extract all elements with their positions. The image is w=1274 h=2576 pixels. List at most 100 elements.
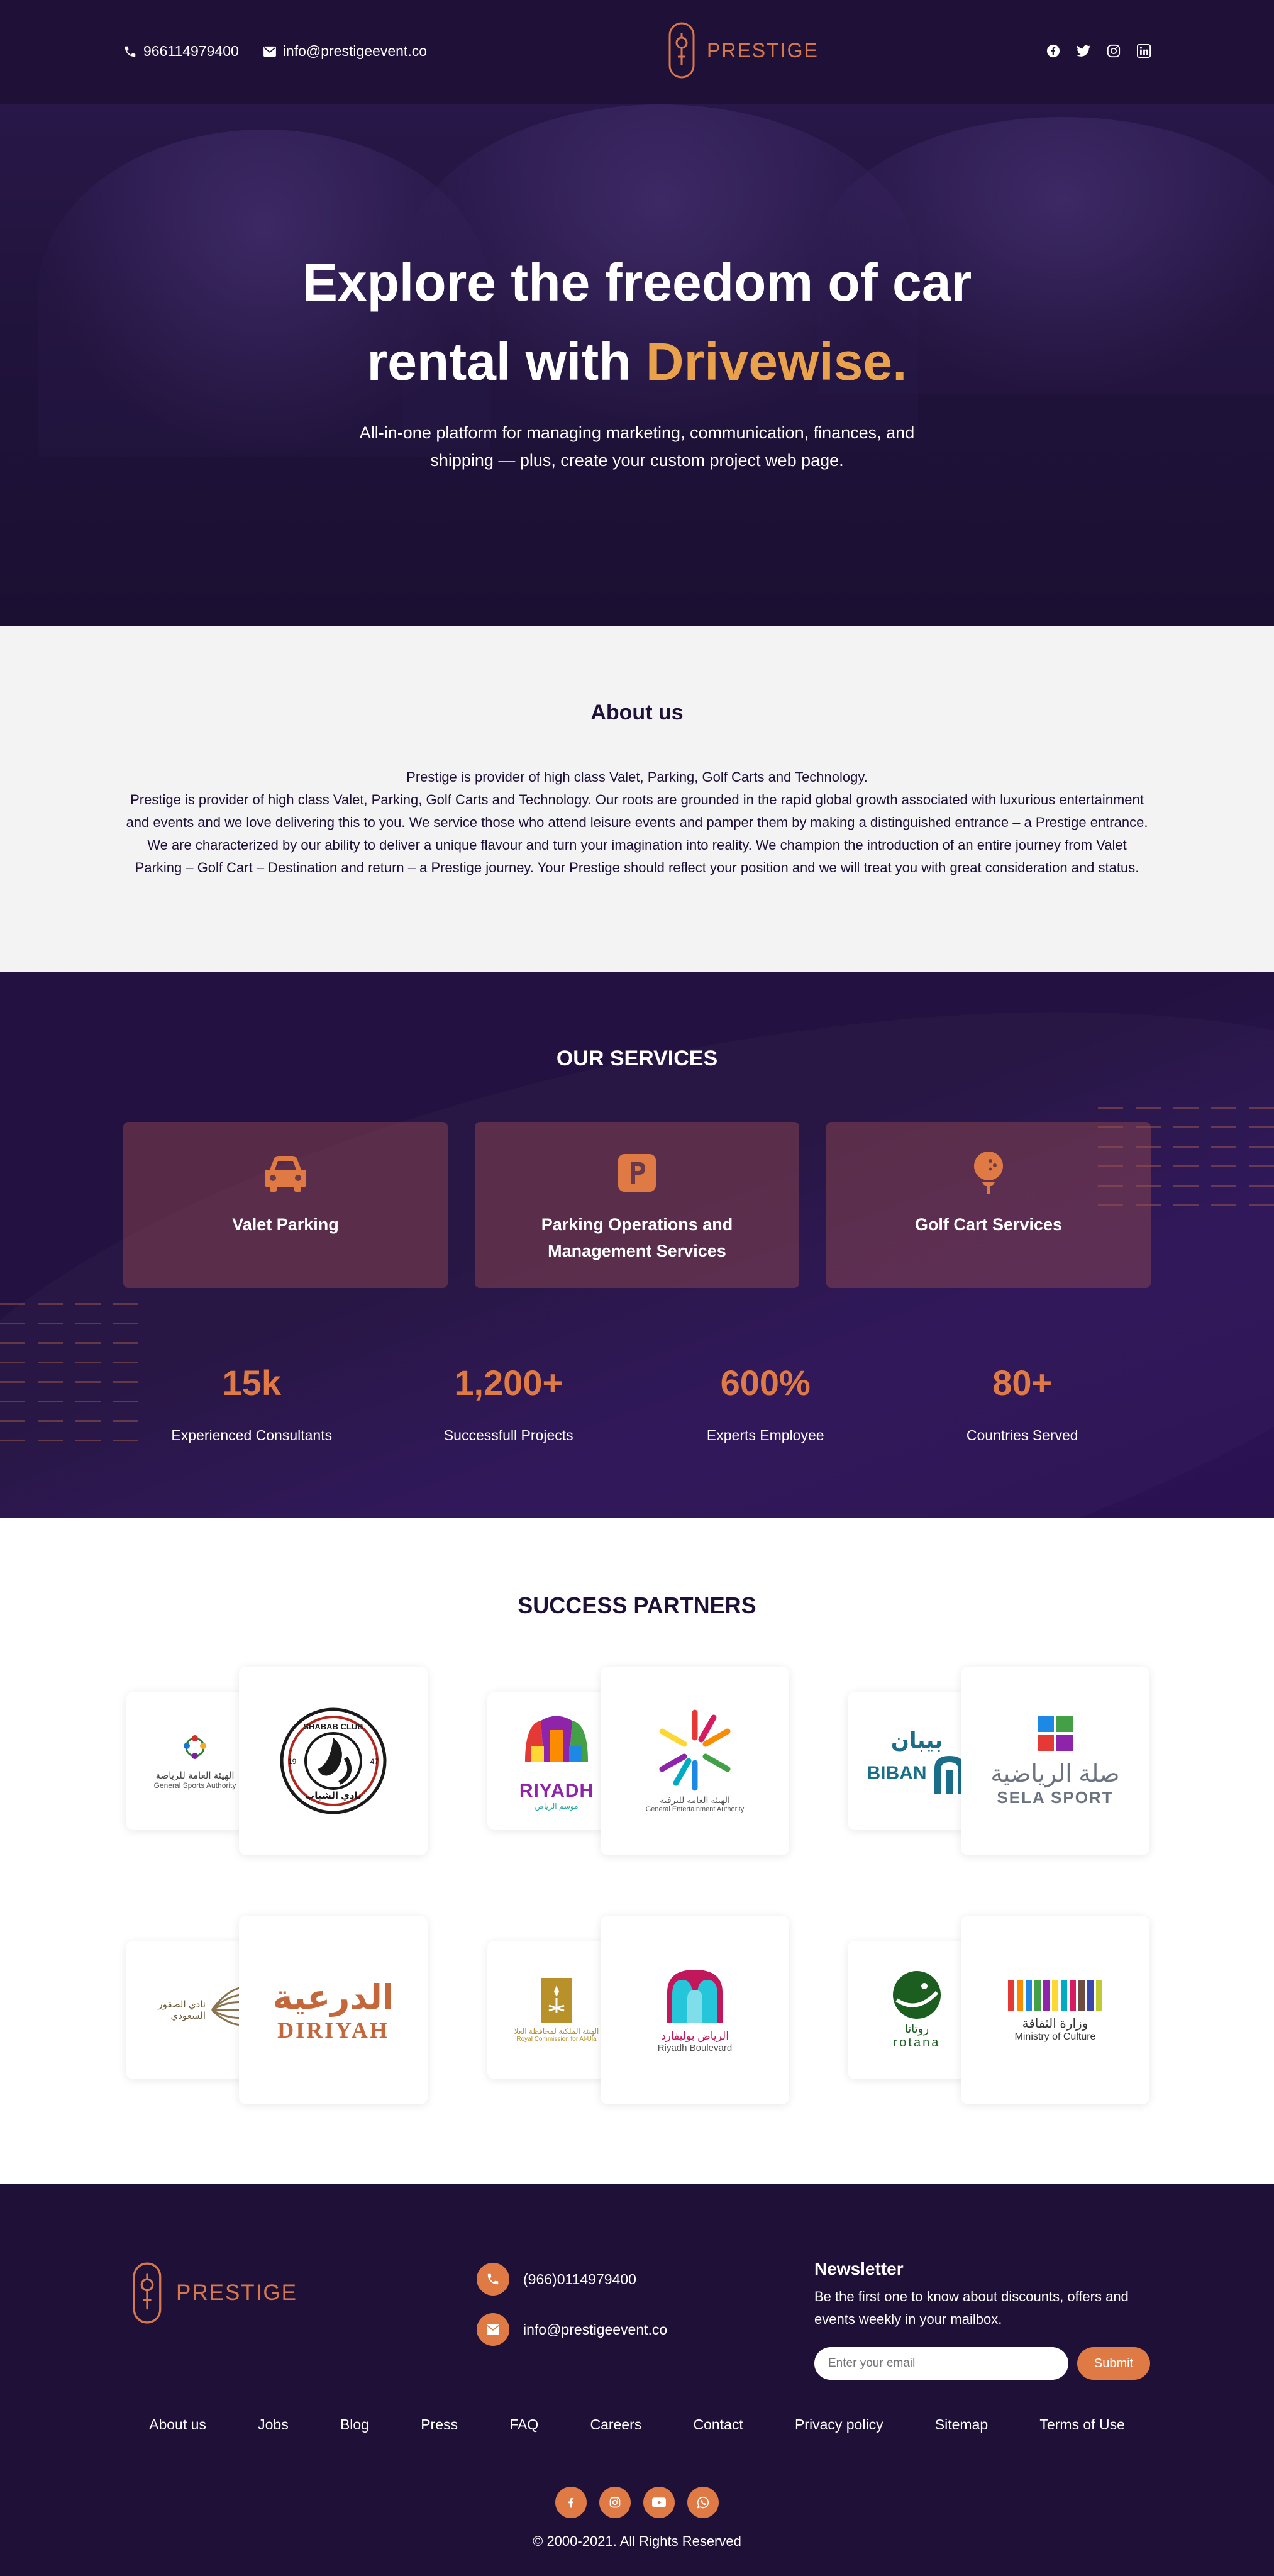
service-card-valet-parking[interactable]: Valet Parking bbox=[123, 1122, 448, 1288]
footer-email-link[interactable]: info@prestigeevent.co bbox=[477, 2313, 667, 2346]
copyright-text: © 2000-2021. All Rights Reserved bbox=[533, 2533, 741, 2549]
falcon-text-ar: نادي الصقور السعودي bbox=[158, 1999, 206, 2021]
hero-title-highlight: Drivewise. bbox=[645, 332, 907, 391]
partner-logo-text: الهيئة العامة للترفيه bbox=[660, 1794, 730, 1805]
shabab-text-top: SHABAB CLUB bbox=[303, 1722, 363, 1731]
stat-item: 15k Experienced Consultants bbox=[123, 1362, 380, 1444]
car-icon bbox=[263, 1151, 307, 1195]
newsletter-block: Newsletter Be the first one to know abou… bbox=[814, 2259, 1154, 2380]
hero-subtitle: All-in-one platform for managing marketi… bbox=[359, 423, 915, 470]
boulevard-text-ar: الرياض بوليفارد bbox=[661, 2029, 729, 2042]
prestige-logo-icon bbox=[133, 2262, 162, 2324]
top-header: 966114979400 info@prestigeevent.co PREST… bbox=[0, 0, 1274, 104]
footer-link-about-us[interactable]: About us bbox=[149, 2416, 206, 2433]
ministry-of-culture-emblem-icon bbox=[1008, 1980, 1102, 2011]
service-label: Valet Parking bbox=[232, 1215, 339, 1234]
falcon-row: نادي الصقور السعودي bbox=[143, 1985, 247, 2035]
footer-phone-text: (966)0114979400 bbox=[523, 2270, 636, 2287]
header-email-text: info@prestigeevent.co bbox=[282, 43, 427, 59]
rotana-text-ar: روتانا bbox=[904, 2023, 929, 2035]
header-email-link[interactable]: info@prestigeevent.co bbox=[263, 43, 427, 60]
stat-value: 80+ bbox=[992, 1363, 1053, 1402]
sela-text-en: SELA SPORT bbox=[997, 1788, 1114, 1807]
about-heading: About us bbox=[590, 701, 684, 724]
instagram-icon[interactable] bbox=[1107, 44, 1121, 58]
stat-value: 600% bbox=[720, 1363, 811, 1402]
services-section: OUR SERVICES Valet Parking Parking Opera… bbox=[0, 972, 1274, 1518]
facebook-icon[interactable] bbox=[1046, 44, 1060, 58]
facebook-icon[interactable] bbox=[555, 2487, 587, 2518]
footer-link-sitemap[interactable]: Sitemap bbox=[935, 2416, 988, 2433]
partner-logo-diriyah[interactable]: الدرعية DIRIYAH bbox=[239, 1916, 428, 2104]
partner-logo-riyadh-boulevard[interactable]: الرياض بوليفارد Riyadh Boulevard bbox=[601, 1916, 789, 2104]
stat-label: Countries Served bbox=[966, 1427, 1078, 1443]
rcu-emblem-icon bbox=[541, 1977, 572, 2023]
whatsapp-icon[interactable] bbox=[687, 2487, 719, 2518]
riyadh-wordmark: RIYADH bbox=[519, 1780, 594, 1801]
footer-link-careers[interactable]: Careers bbox=[590, 2416, 641, 2433]
hero-title-line2: rental with bbox=[367, 332, 646, 391]
golf-icon bbox=[967, 1151, 1011, 1195]
riyadh-season-emblem-icon bbox=[525, 1716, 588, 1762]
header-phone-link[interactable]: 966114979400 bbox=[123, 43, 239, 60]
partner-logo-ministry-of-culture[interactable]: وزارة الثقافة Ministry of Culture bbox=[961, 1916, 1149, 2104]
partner-logo-general-entertainment-authority[interactable]: الهيئة العامة للترفيه General Entertainm… bbox=[601, 1667, 789, 1855]
phone-icon bbox=[477, 2263, 509, 2296]
linkedin-icon[interactable] bbox=[1137, 44, 1151, 58]
footer-link-terms-of-use[interactable]: Terms of Use bbox=[1039, 2416, 1124, 2433]
newsletter-submit-button[interactable]: Submit bbox=[1077, 2347, 1150, 2380]
shabab-text-left: 19 bbox=[288, 1757, 297, 1766]
moc-text-ar: وزارة الثقافة bbox=[1022, 2016, 1088, 2031]
footer-link-press[interactable]: Press bbox=[421, 2416, 458, 2433]
footer-link-faq[interactable]: FAQ bbox=[509, 2416, 538, 2433]
newsletter-text: Be the first one to know about discounts… bbox=[814, 2289, 1129, 2327]
service-card-parking-operations[interactable]: Parking Operations and Management Servic… bbox=[475, 1122, 799, 1288]
footer-link-contact[interactable]: Contact bbox=[693, 2416, 743, 2433]
decorative-dashes-left bbox=[0, 1303, 138, 1441]
partners-heading: SUCCESS PARTNERS bbox=[518, 1592, 756, 1618]
header-contacts: 966114979400 info@prestigeevent.co bbox=[123, 43, 427, 60]
shabab-text-ar: نادي الشباب bbox=[305, 1790, 362, 1801]
footer-link-blog[interactable]: Blog bbox=[340, 2416, 369, 2433]
parking-icon bbox=[615, 1151, 659, 1195]
header-social-links bbox=[1046, 44, 1151, 58]
biban-row: BIBAN bbox=[867, 1753, 967, 1794]
diriyah-text-ar: الدرعية bbox=[272, 1978, 394, 2016]
footer-link-jobs[interactable]: Jobs bbox=[258, 2416, 289, 2433]
stat-label: Experts Employee bbox=[706, 1427, 824, 1443]
brand-name: PRESTIGE bbox=[707, 38, 819, 62]
newsletter-email-input[interactable] bbox=[814, 2347, 1068, 2380]
brand-logo[interactable]: PRESTIGE bbox=[668, 21, 819, 79]
service-label: Parking Operations and Management Servic… bbox=[541, 1215, 733, 1260]
sela-text-ar: صلة الرياضية bbox=[990, 1761, 1120, 1787]
footer-brand-logo[interactable]: PRESTIGE bbox=[132, 2260, 297, 2326]
footer-phone-link[interactable]: (966)0114979400 bbox=[477, 2263, 667, 2296]
partner-logo-text: General Sports Authority bbox=[153, 1781, 236, 1790]
biban-text-en: BIBAN bbox=[867, 1763, 927, 1784]
partner-logo-shabab-club[interactable]: SHABAB CLUB 19 47 نادي الشباب bbox=[239, 1667, 428, 1855]
footer-social-links bbox=[0, 2487, 1274, 2518]
gsa-emblem-icon bbox=[184, 1735, 206, 1759]
partner-group: الهيئة العامة للرياضة General Sports Aut… bbox=[126, 1667, 490, 1862]
stat-value: 15k bbox=[222, 1363, 281, 1402]
service-card-golf-cart[interactable]: Golf Cart Services bbox=[826, 1122, 1151, 1288]
envelope-icon bbox=[477, 2313, 509, 2346]
stat-item: 80+ Countries Served bbox=[894, 1362, 1151, 1444]
about-text: Prestige is provider of high class Valet… bbox=[126, 769, 1148, 875]
envelope-icon bbox=[263, 46, 276, 57]
boulevard-emblem-icon bbox=[667, 1969, 723, 2023]
services-cards: Valet Parking Parking Operations and Man… bbox=[123, 1122, 1151, 1288]
hero-section: Explore the freedom of car rental with D… bbox=[0, 104, 1274, 626]
twitter-icon[interactable] bbox=[1077, 44, 1090, 58]
youtube-icon[interactable] bbox=[643, 2487, 675, 2518]
hero-title: Explore the freedom of car rental with D… bbox=[0, 243, 1274, 401]
newsletter-title: Newsletter bbox=[814, 2259, 904, 2279]
about-section: About us Prestige is provider of high cl… bbox=[0, 626, 1274, 972]
footer-link-privacy-policy[interactable]: Privacy policy bbox=[795, 2416, 883, 2433]
partner-logo-text: الهيئة العامة للرياضة bbox=[155, 1770, 235, 1781]
gea-starburst-icon bbox=[659, 1709, 731, 1790]
partner-logo-sela-sport[interactable]: صلة الرياضية SELA SPORT bbox=[961, 1667, 1149, 1855]
boulevard-text-en: Riyadh Boulevard bbox=[657, 2042, 733, 2053]
instagram-icon[interactable] bbox=[599, 2487, 631, 2518]
stat-item: 1,200+ Successfull Projects bbox=[380, 1362, 638, 1444]
